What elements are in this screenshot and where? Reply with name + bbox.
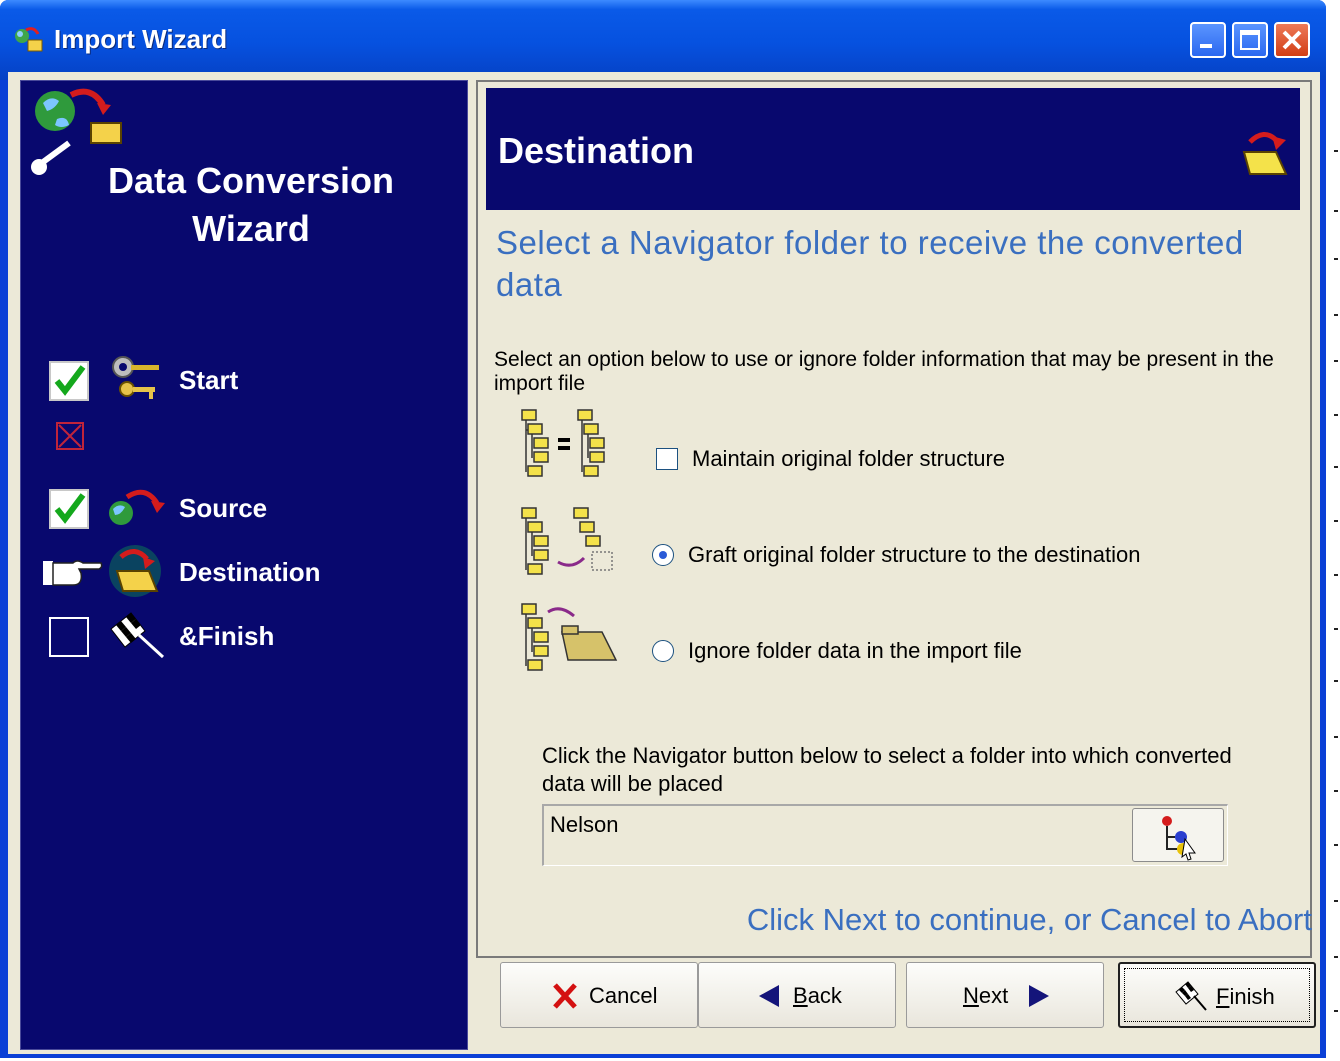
destination-folder-value: Nelson	[550, 812, 619, 837]
step-source-label: Source	[179, 493, 268, 523]
step-source-checked-checkbox	[49, 489, 89, 529]
maximize-button[interactable]	[1232, 22, 1268, 58]
background-tick	[1334, 314, 1338, 316]
background-tick	[1334, 1010, 1338, 1012]
next-button[interactable]: Next	[906, 962, 1104, 1028]
page-subtitle: Select a Navigator folder to receive the…	[496, 224, 1244, 303]
wizard-steps-panel: Data Conversion Wizard Start Source Dest…	[20, 80, 468, 1050]
step-destination-current[interactable]: Destination	[43, 545, 449, 597]
wizard-title-line1: Data Conversion	[107, 160, 395, 201]
page-title: Destination	[498, 130, 695, 171]
next-label-rest: ext	[978, 983, 1009, 1008]
step-finish[interactable]: &Finish	[49, 609, 449, 661]
finish-accelerator-key: F	[1216, 984, 1230, 1009]
window-title: Import Wizard	[54, 24, 228, 54]
background-tick	[1334, 210, 1338, 212]
checkered-flag-icon	[110, 612, 165, 659]
back-accelerator-key: B	[793, 983, 808, 1008]
right-arrow-icon	[1029, 985, 1049, 1007]
navigator-instruction-text: Click the Navigator button below to sele…	[542, 743, 1232, 796]
navigator-button[interactable]	[1132, 808, 1224, 862]
finish-label-rest: inish	[1229, 984, 1275, 1009]
import-wizard-app-icon	[15, 27, 43, 52]
step-finish-empty-checkbox	[49, 617, 89, 657]
option-intro-text: Select an option below to use or ignore …	[494, 348, 1274, 395]
graft-structure-icon	[521, 507, 613, 575]
step-start-label: Start	[179, 365, 239, 395]
step-start[interactable]: Start	[49, 353, 449, 405]
red-x-icon	[553, 983, 577, 1009]
wizard-title: Data Conversion Wizard	[71, 157, 431, 253]
dialog-client-area: Data Conversion Wizard Start Source Dest…	[8, 72, 1320, 1054]
background-tick	[1334, 790, 1338, 792]
background-tick	[1334, 150, 1338, 152]
step-source[interactable]: Source	[49, 481, 449, 533]
finish-label: Finish	[1216, 984, 1275, 1010]
background-tick	[1334, 414, 1338, 416]
ignore-folder-data-label: Ignore folder data in the import file	[688, 638, 1022, 663]
error-x-icon	[56, 422, 84, 450]
graft-structure-radio[interactable]	[652, 544, 674, 566]
background-tick	[1334, 680, 1338, 682]
background-tick	[1334, 844, 1338, 846]
step-finish-label: &Finish	[179, 621, 275, 651]
step-destination-label: Destination	[179, 557, 321, 587]
step-start-checked-checkbox	[49, 361, 89, 401]
background-tick	[1334, 258, 1338, 260]
folder-arrow-icon	[1242, 132, 1288, 175]
ignore-folder-data-radio[interactable]	[652, 640, 674, 662]
continue-hint-text: Click Next to continue, or Cancel to Abo…	[746, 902, 1312, 937]
maintain-structure-label: Maintain original folder structure	[692, 446, 1006, 471]
back-label: Back	[793, 983, 842, 1009]
cancel-label: Cancel	[589, 983, 658, 1008]
finish-button[interactable]: Finish	[1118, 962, 1316, 1028]
step-error-marker	[49, 421, 449, 461]
pointing-hand-icon	[43, 560, 103, 586]
folder-arrow-icon	[109, 545, 161, 597]
navigator-tree-icon	[1162, 816, 1196, 861]
background-tick	[1334, 736, 1338, 738]
maximize-icon	[1240, 30, 1260, 50]
next-label: Next	[963, 983, 1008, 1009]
import-wizard-window: Import Wizard Data Conversion Wizard Sta…	[0, 0, 1326, 1058]
maintain-structure-icon	[521, 409, 605, 477]
close-icon	[1282, 30, 1302, 50]
back-label-rest: ack	[807, 983, 842, 1008]
background-tick	[1334, 360, 1338, 362]
minimize-button[interactable]	[1190, 22, 1226, 58]
background-tick	[1334, 900, 1338, 902]
background-tick	[1334, 628, 1338, 630]
wizard-title-line2: Wizard	[192, 208, 310, 249]
destination-page: Destination Select a Navigator folder to…	[476, 80, 1312, 958]
page-header: Destination	[486, 88, 1300, 210]
close-button[interactable]	[1274, 22, 1310, 58]
cancel-button[interactable]: Cancel	[500, 962, 698, 1028]
background-tick	[1334, 956, 1338, 958]
globe-arrow-icon	[109, 489, 165, 525]
checkmark-icon	[54, 365, 86, 396]
graft-structure-label: Graft original folder structure to the d…	[688, 542, 1141, 567]
keys-icon	[112, 356, 159, 399]
destination-folder-field: Nelson	[542, 804, 1228, 866]
ignore-folder-data-icon	[521, 603, 618, 671]
background-tick	[1334, 520, 1338, 522]
minimize-icon	[1200, 44, 1212, 48]
background-tick	[1334, 466, 1338, 468]
checkered-flag-icon	[1175, 981, 1207, 1011]
checkmark-icon	[54, 493, 86, 524]
maintain-structure-checkbox[interactable]	[656, 448, 678, 470]
title-bar[interactable]: Import Wizard	[0, 0, 1326, 80]
background-tick	[1334, 574, 1338, 576]
next-accelerator-key: N	[963, 983, 979, 1008]
left-arrow-icon	[759, 985, 779, 1007]
back-button[interactable]: Back	[698, 962, 896, 1028]
